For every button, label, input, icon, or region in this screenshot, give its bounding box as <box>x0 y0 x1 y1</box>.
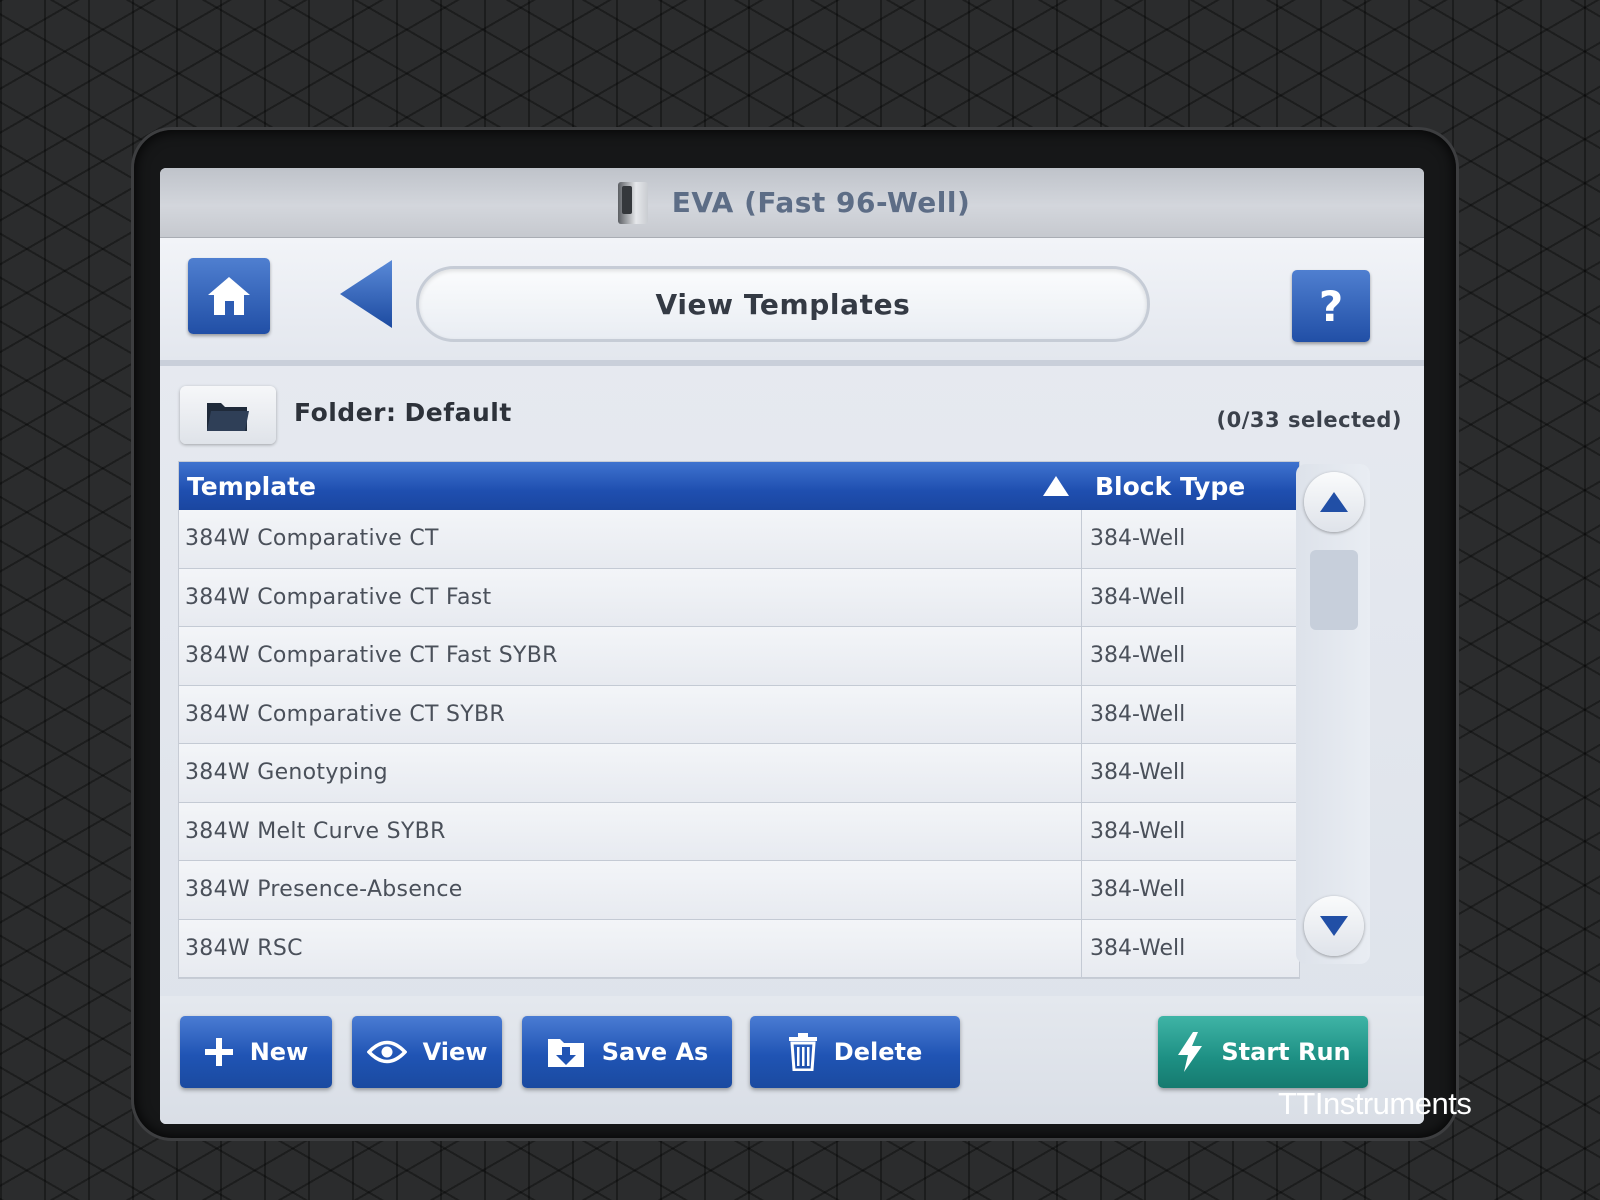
cell-block-type: 384-Well <box>1081 568 1299 626</box>
folder-label: Folder: Default <box>294 398 512 427</box>
lightning-icon <box>1178 1032 1203 1072</box>
home-button[interactable] <box>188 258 270 334</box>
back-button[interactable] <box>338 258 396 330</box>
table-row[interactable]: 384W RSC 384-Well <box>179 919 1299 978</box>
templates-table: Template Block Type 384W Comparative CT … <box>178 461 1300 979</box>
cell-template: 384W Genotyping <box>185 760 388 786</box>
title-bar: EVA (Fast 96-Well) <box>160 168 1424 238</box>
start-run-button[interactable]: Start Run <box>1158 1016 1368 1088</box>
table-row[interactable]: 384W Genotyping 384-Well <box>179 744 1299 803</box>
sort-ascending-icon[interactable] <box>1043 476 1069 496</box>
folder-label-text: Folder: <box>294 398 397 427</box>
save-as-button-label: Save As <box>601 1038 709 1066</box>
folder-button[interactable] <box>180 386 276 444</box>
column-header-block-type[interactable]: Block Type <box>1091 472 1299 501</box>
cell-block-type: 384-Well <box>1081 510 1299 568</box>
help-button[interactable]: ? <box>1292 270 1370 342</box>
triangle-down-icon <box>1320 916 1348 936</box>
table-row[interactable]: 384W Comparative CT Fast SYBR 384-Well <box>179 627 1299 686</box>
table-header: Template Block Type <box>179 462 1299 510</box>
scroll-thumb[interactable] <box>1310 550 1358 630</box>
start-run-button-label: Start Run <box>1221 1038 1351 1066</box>
action-bar: New View Save As Delete Start Run <box>160 996 1424 1124</box>
back-arrow-icon <box>340 260 392 328</box>
instrument-icon <box>614 180 658 226</box>
cell-block-type: 384-Well <box>1081 802 1299 860</box>
view-button[interactable]: View <box>352 1016 502 1088</box>
toolbar: View Templates ? <box>160 238 1424 366</box>
folder-value: Default <box>404 398 512 427</box>
cell-block-type: 384-Well <box>1081 744 1299 802</box>
cell-template: 384W Melt Curve SYBR <box>185 818 446 844</box>
page-title: View Templates <box>416 266 1150 342</box>
new-button-label: New <box>249 1038 309 1066</box>
folder-download-icon <box>547 1039 584 1067</box>
touch-screen: EVA (Fast 96-Well) View Templates ? Fold… <box>160 168 1424 1124</box>
cell-template: 384W Comparative CT <box>185 526 439 552</box>
instrument-title: EVA (Fast 96-Well) <box>671 186 971 219</box>
folder-icon <box>207 403 249 431</box>
watermark: TTInstruments <box>1278 1086 1472 1121</box>
table-scrollbar[interactable] <box>1296 464 1370 964</box>
triangle-up-icon <box>1320 492 1348 512</box>
delete-button[interactable]: Delete <box>750 1016 960 1088</box>
table-row[interactable]: 384W Comparative CT SYBR 384-Well <box>179 685 1299 744</box>
table-row[interactable]: 384W Comparative CT Fast 384-Well <box>179 568 1299 627</box>
plus-icon <box>204 1038 233 1066</box>
cell-template: 384W Comparative CT Fast <box>185 584 492 610</box>
view-button-label: View <box>422 1038 488 1066</box>
trash-icon <box>788 1033 817 1071</box>
table-row[interactable]: 384W Comparative CT 384-Well <box>179 510 1299 569</box>
cell-block-type: 384-Well <box>1081 919 1299 977</box>
cell-block-type: 384-Well <box>1081 861 1299 919</box>
selected-count: (0/33 selected) <box>1216 408 1402 432</box>
cell-template: 384W RSC <box>185 935 303 961</box>
cell-block-type: 384-Well <box>1081 685 1299 743</box>
table-row[interactable]: 384W Melt Curve SYBR 384-Well <box>179 802 1299 861</box>
cell-block-type: 384-Well <box>1081 627 1299 685</box>
table-row[interactable]: 384W Presence-Absence 384-Well <box>179 861 1299 920</box>
cell-template: 384W Comparative CT SYBR <box>185 701 506 727</box>
column-header-template[interactable]: Template <box>179 472 1043 501</box>
cell-template: 384W Comparative CT Fast SYBR <box>185 643 558 669</box>
new-button[interactable]: New <box>180 1016 332 1088</box>
delete-button-label: Delete <box>833 1038 923 1066</box>
cell-template: 384W Presence-Absence <box>185 877 463 903</box>
scroll-down-button[interactable] <box>1304 896 1364 956</box>
scroll-up-button[interactable] <box>1304 472 1364 532</box>
eye-icon <box>366 1040 407 1064</box>
save-as-button[interactable]: Save As <box>522 1016 732 1088</box>
home-icon <box>208 277 250 315</box>
